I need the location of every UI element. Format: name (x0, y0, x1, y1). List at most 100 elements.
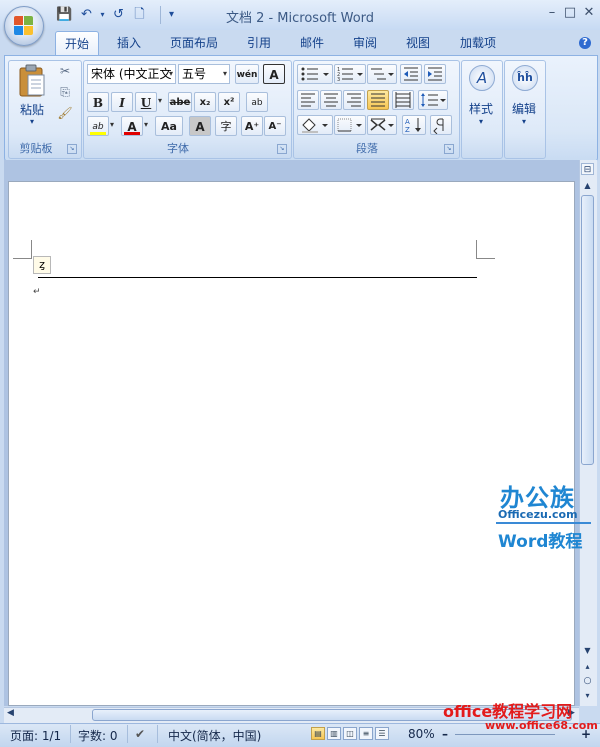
copy-icon[interactable]: ⎘ (57, 85, 73, 101)
minimize-button[interactable]: – (543, 4, 561, 22)
align-center-button[interactable] (320, 90, 342, 110)
justify-button[interactable] (367, 90, 389, 110)
font-size-combo[interactable]: 五号 ▾ (178, 64, 230, 84)
font-name-combo[interactable]: 宋体 (中文正文 ▾ (87, 64, 176, 84)
character-shading-button[interactable]: A (189, 116, 211, 136)
align-right-button[interactable] (343, 90, 365, 110)
font-caption: 字体 (167, 142, 189, 155)
proofing-icon[interactable]: ✔ (135, 727, 145, 741)
status-separator (157, 725, 158, 743)
vertical-scroll-thumb[interactable] (581, 195, 594, 465)
zoom-out-button[interactable]: – (442, 727, 448, 741)
paste-dropdown-icon[interactable]: ▾ (14, 117, 50, 126)
anchor-icon[interactable]: ȥ (33, 256, 51, 274)
browse-object-icon[interactable]: ○ (581, 675, 594, 687)
tab-review[interactable]: 审阅 (343, 31, 387, 55)
next-page-icon[interactable]: ▾ (581, 690, 594, 702)
decrease-indent-icon (404, 67, 418, 81)
format-painter-icon[interactable]: 🖌 (57, 106, 73, 122)
align-right-icon (347, 93, 361, 107)
enclose-characters-button[interactable]: 字 (215, 116, 237, 136)
cut-icon[interactable]: ✂ (57, 64, 73, 80)
align-center-icon (324, 93, 338, 107)
binoculars-icon: ĥĥ (512, 65, 538, 91)
clipboard-launcher-icon[interactable]: ↘ (67, 144, 77, 154)
office-button[interactable] (4, 6, 44, 46)
borders-button[interactable] (334, 115, 366, 135)
shrink-font-button[interactable]: A⁻ (264, 116, 286, 136)
crop-mark (13, 258, 32, 259)
draft-view-icon[interactable]: ☰ (375, 727, 389, 740)
clear-formatting-button[interactable]: wén (235, 64, 259, 84)
font-color-dropdown-icon[interactable]: ▾ (144, 120, 148, 129)
highlight-dropdown-icon[interactable]: ▾ (110, 120, 114, 129)
increase-indent-button[interactable] (424, 64, 446, 84)
paste-button[interactable]: 粘贴 (14, 101, 50, 118)
sort-button[interactable]: AZ (402, 115, 426, 135)
close-button[interactable]: ✕ (580, 4, 598, 22)
character-border-button[interactable]: A (263, 64, 285, 84)
svg-text:A: A (405, 118, 410, 126)
scroll-up-icon[interactable]: ▲ (581, 180, 594, 192)
web-layout-icon[interactable]: ◫ (343, 727, 357, 740)
font-color-button[interactable]: A (121, 116, 143, 136)
bold-button[interactable]: B (87, 92, 109, 112)
paste-icon[interactable] (16, 63, 48, 99)
tab-add-ins[interactable]: 加载项 (450, 31, 506, 55)
zoom-slider[interactable] (455, 734, 555, 735)
numbering-button[interactable]: 1 2 3 (334, 64, 366, 84)
distributed-button[interactable] (392, 90, 414, 110)
paragraph-launcher-icon[interactable]: ↘ (444, 144, 454, 154)
page-count[interactable]: 页面: 1/1 (10, 727, 61, 744)
outline-view-icon[interactable]: ≡ (359, 727, 373, 740)
tab-view[interactable]: 视图 (396, 31, 440, 55)
align-left-button[interactable] (297, 90, 319, 110)
phonetic-guide-button[interactable]: ab (246, 92, 268, 112)
italic-button[interactable]: I (111, 92, 133, 112)
watermark-url: Officezu.com (498, 508, 578, 521)
tab-references[interactable]: 引用 (237, 31, 281, 55)
help-icon[interactable]: ? (579, 37, 591, 49)
scroll-down-icon[interactable]: ▼ (581, 645, 594, 657)
strikethrough-button[interactable]: abe (168, 92, 192, 112)
zoom-level[interactable]: 80% (408, 727, 435, 741)
styles-label: 样式 (468, 102, 493, 116)
superscript-button[interactable]: x² (218, 92, 240, 112)
ruler-toggle-icon[interactable]: ⊟ (581, 163, 594, 175)
crop-mark (476, 258, 495, 259)
styles-icon: A (469, 65, 495, 91)
tab-page-layout[interactable]: 页面布局 (162, 31, 226, 55)
tab-insert[interactable]: 插入 (106, 31, 152, 55)
scroll-left-icon[interactable]: ◀ (7, 708, 14, 718)
tab-mailings[interactable]: 邮件 (290, 31, 334, 55)
maximize-button[interactable]: □ (561, 4, 579, 22)
highlight-button[interactable]: ab (87, 116, 109, 136)
change-case-button[interactable]: Aa (155, 116, 183, 136)
tab-home[interactable]: 开始 (55, 31, 99, 56)
svg-text:Z: Z (405, 126, 410, 134)
print-layout-view-icon[interactable]: ▤ (311, 727, 325, 740)
horizontal-line[interactable] (38, 277, 477, 278)
underline-button[interactable]: U (135, 92, 157, 112)
chevron-down-icon: ▾ (222, 69, 227, 78)
line-spacing-button[interactable] (418, 90, 448, 110)
underline-dropdown-icon[interactable]: ▾ (158, 96, 162, 105)
subscript-button[interactable]: x₂ (194, 92, 216, 112)
chinese-layout-button[interactable] (367, 115, 397, 135)
watermark-bottom-url: www.office68.com (485, 719, 598, 732)
grow-font-button[interactable]: A⁺ (241, 116, 263, 136)
previous-page-icon[interactable]: ▴ (581, 661, 594, 673)
shading-button[interactable] (297, 115, 333, 135)
status-separator (70, 725, 71, 743)
font-launcher-icon[interactable]: ↘ (277, 144, 287, 154)
decrease-indent-button[interactable] (400, 64, 422, 84)
language-indicator[interactable]: 中文(简体，中国) (168, 727, 261, 744)
multilevel-list-button[interactable] (367, 64, 397, 84)
document-page[interactable] (8, 181, 575, 706)
show-marks-button[interactable] (430, 115, 452, 135)
paragraph-caption: 段落 (356, 142, 378, 155)
full-screen-reading-icon[interactable]: ▥ (327, 727, 341, 740)
word-count[interactable]: 字数: 0 (78, 727, 118, 744)
justify-icon (371, 93, 385, 107)
bullets-button[interactable] (297, 64, 333, 84)
